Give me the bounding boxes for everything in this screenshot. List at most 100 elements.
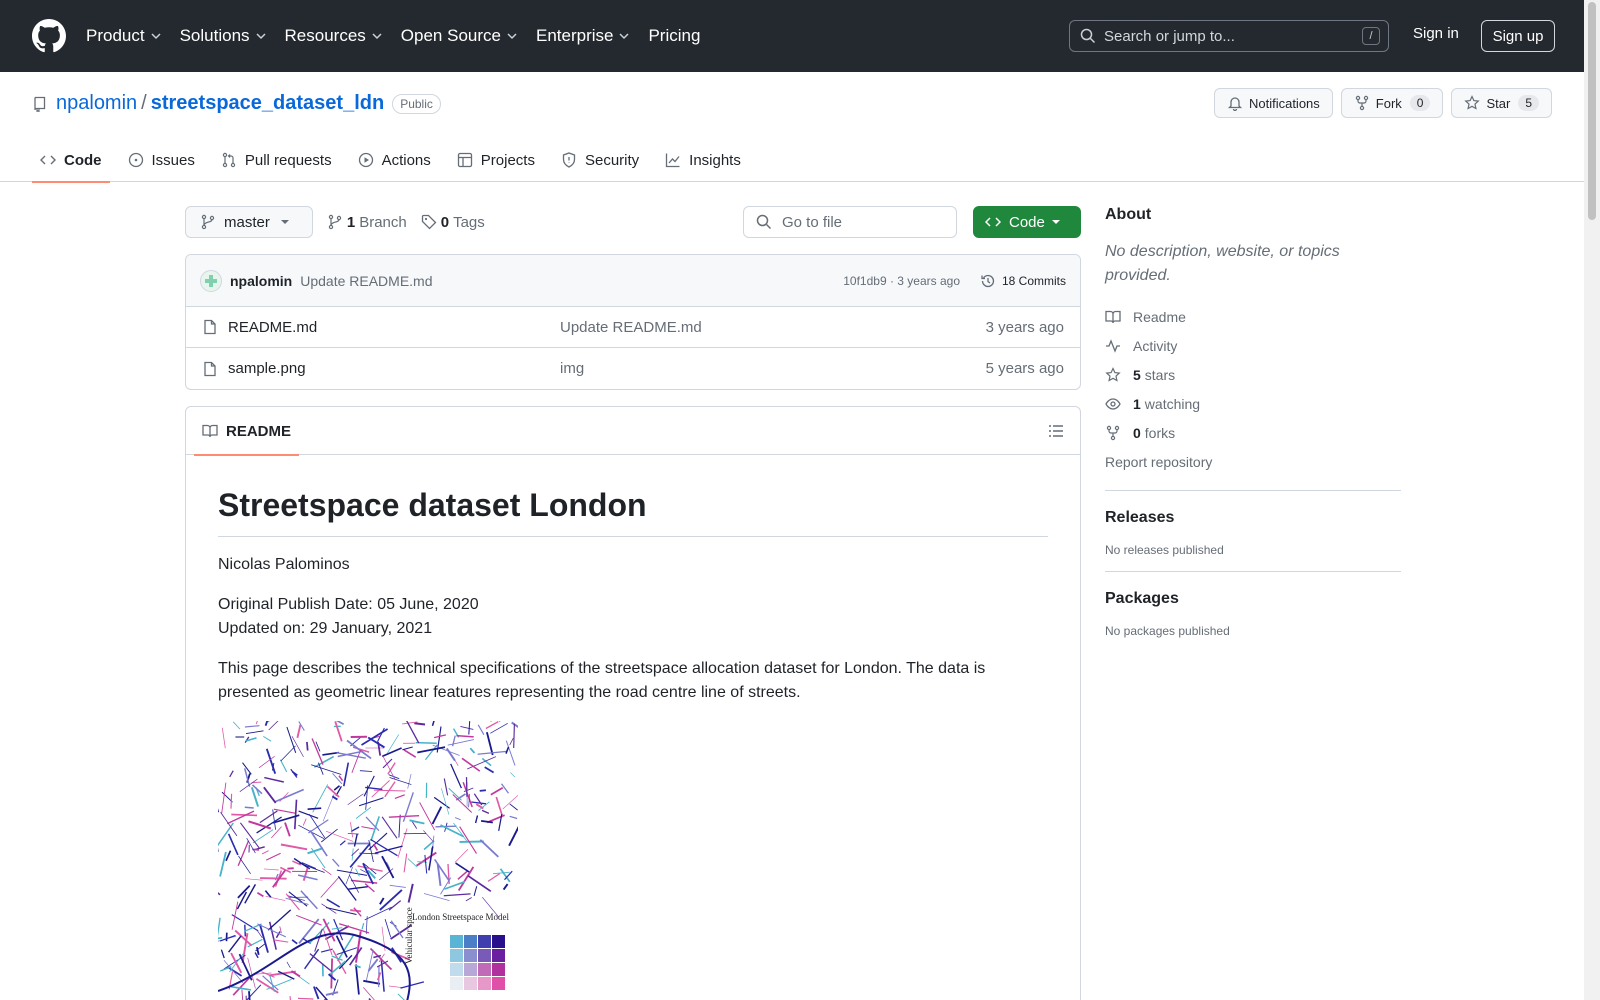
- search-icon: [756, 214, 772, 230]
- go-to-file-placeholder: Go to file: [782, 213, 843, 231]
- repo-icon: [34, 96, 46, 112]
- page-scrollbar[interactable]: [1584, 0, 1600, 1000]
- packages-heading[interactable]: Packages: [1105, 590, 1401, 608]
- repo-owner-link[interactable]: npalomin: [56, 92, 137, 115]
- street-segment: [265, 895, 286, 901]
- street-segment: [372, 843, 379, 851]
- street-segment: [388, 900, 402, 911]
- forks-label: forks: [1144, 424, 1176, 441]
- branch-count: 1: [346, 213, 356, 231]
- street-segment: [219, 934, 236, 942]
- street-segment: [349, 875, 359, 893]
- street-segment: [242, 762, 252, 775]
- releases-heading[interactable]: Releases: [1105, 509, 1401, 527]
- street-segment: [256, 892, 264, 898]
- nav-pricing[interactable]: Pricing: [648, 26, 700, 46]
- search-icon: [1080, 28, 1096, 44]
- street-segment: [279, 759, 288, 773]
- watching-link[interactable]: 1 watching: [1105, 389, 1401, 418]
- table-row[interactable]: sample.png img 5 years ago: [186, 348, 1080, 389]
- street-segment: [367, 736, 385, 749]
- github-logo-icon[interactable]: [32, 19, 66, 53]
- tab-insights[interactable]: Insights: [657, 138, 749, 182]
- legend-swatch: [478, 949, 491, 962]
- sidebar-divider: [1105, 490, 1401, 491]
- street-segment: [245, 730, 264, 735]
- street-segment: [454, 817, 461, 821]
- activity-link-label: Activity: [1133, 337, 1178, 354]
- street-segment: [244, 725, 260, 728]
- street-segment: [460, 725, 474, 730]
- tab-code[interactable]: Code: [32, 138, 110, 183]
- street-segment: [265, 852, 281, 861]
- identicon-icon: [205, 274, 217, 287]
- repo-name-link[interactable]: streetspace_dataset_ldn: [151, 92, 384, 115]
- stars-link[interactable]: 5 stars: [1105, 360, 1401, 389]
- readme-description: This page describes the technical specif…: [218, 660, 986, 701]
- fork-icon: [1106, 425, 1120, 440]
- branches-link[interactable]: 1 Branch: [327, 214, 407, 231]
- street-segment: [379, 897, 385, 905]
- nav-product[interactable]: Product: [86, 26, 162, 46]
- commit-message[interactable]: Update README.md: [300, 273, 432, 289]
- scrollbar-thumb[interactable]: [1588, 2, 1596, 220]
- legend-swatch: [450, 935, 463, 948]
- readme-link-label: Readme: [1133, 308, 1186, 325]
- street-segment: [505, 746, 510, 754]
- nav-resources[interactable]: Resources: [285, 26, 383, 46]
- eye-icon: [1105, 397, 1121, 410]
- street-segment: [349, 842, 371, 868]
- street-segment: [407, 858, 418, 868]
- street-segment: [322, 751, 340, 756]
- tab-pull-requests[interactable]: Pull requests: [213, 138, 340, 182]
- street-segment: [509, 803, 518, 811]
- forks-link[interactable]: 0 forks: [1105, 418, 1401, 447]
- readme-link[interactable]: Readme: [1105, 302, 1401, 331]
- code-dropdown-button[interactable]: Code: [973, 206, 1081, 238]
- street-segment: [348, 885, 368, 890]
- street-segment: [325, 991, 339, 996]
- activity-link[interactable]: Activity: [1105, 331, 1401, 360]
- file-name[interactable]: sample.png: [228, 360, 306, 377]
- tab-projects[interactable]: Projects: [449, 138, 543, 182]
- file-commit-message[interactable]: Update README.md: [560, 319, 702, 336]
- file-name[interactable]: README.md: [228, 319, 317, 336]
- tab-issues[interactable]: Issues: [120, 138, 203, 182]
- file-browser: npalomin Update README.md 10f1db9 · 3 ye…: [185, 254, 1081, 390]
- sign-up-button[interactable]: Sign up: [1481, 20, 1555, 52]
- avatar[interactable]: [200, 269, 222, 292]
- notifications-button[interactable]: Notifications: [1213, 88, 1333, 118]
- street-segment: [432, 744, 460, 756]
- commits-count-link[interactable]: 18 Commits: [980, 273, 1066, 289]
- table-row[interactable]: README.md Update README.md 3 years ago: [186, 307, 1080, 348]
- street-segment: [355, 868, 360, 877]
- fork-button[interactable]: Fork 0: [1340, 88, 1444, 118]
- map-image[interactable]: London Streetspace Model Vehicular space: [218, 721, 518, 1000]
- street-segment: [248, 991, 251, 1000]
- star-button[interactable]: Star 5: [1451, 88, 1552, 118]
- commit-author[interactable]: npalomin: [230, 273, 292, 289]
- tab-security[interactable]: Security: [553, 138, 647, 182]
- go-to-file-input[interactable]: Go to file: [743, 206, 957, 238]
- legend-swatch: [464, 935, 477, 948]
- list-unordered-icon[interactable]: [1048, 423, 1064, 439]
- report-repository-link[interactable]: Report repository: [1105, 447, 1401, 476]
- street-segment: [398, 814, 401, 838]
- code-button-label: Code: [1009, 213, 1045, 231]
- sign-in-link[interactable]: Sign in: [1413, 25, 1459, 42]
- tab-actions[interactable]: Actions: [350, 138, 439, 182]
- street-segment: [218, 892, 221, 896]
- tags-link[interactable]: 0 Tags: [421, 214, 485, 231]
- commit-meta[interactable]: 10f1db9 · 3 years ago: [843, 274, 960, 288]
- street-segment: [394, 794, 405, 799]
- street-segment: [407, 883, 414, 903]
- file-commit-message[interactable]: img: [560, 360, 584, 377]
- branch-selector[interactable]: master: [185, 206, 313, 238]
- global-search-input[interactable]: Search or jump to... /: [1069, 20, 1389, 52]
- nav-open-source[interactable]: Open Source: [401, 26, 518, 46]
- nav-enterprise[interactable]: Enterprise: [536, 26, 630, 46]
- street-segment: [419, 802, 436, 831]
- readme-tab[interactable]: README: [194, 407, 300, 456]
- street-segment: [311, 764, 342, 775]
- nav-solutions[interactable]: Solutions: [180, 26, 267, 46]
